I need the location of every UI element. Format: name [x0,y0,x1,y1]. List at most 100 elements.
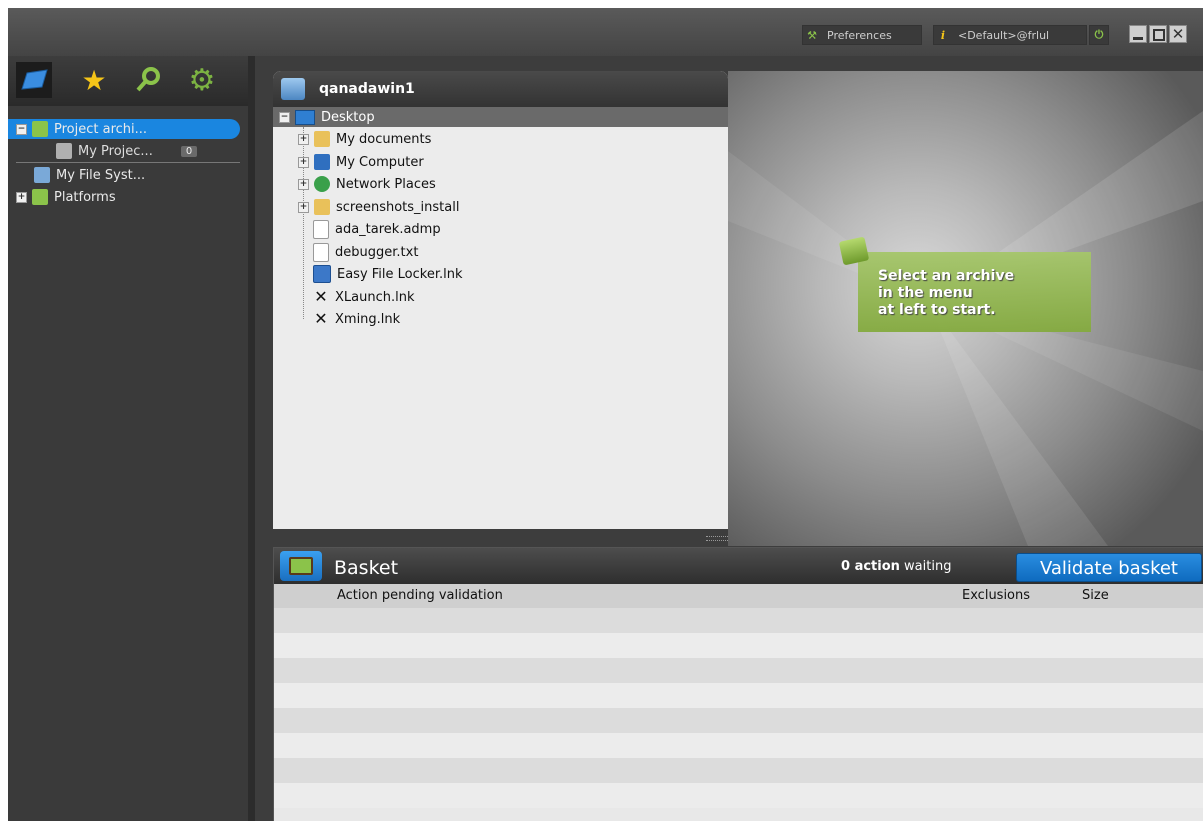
network-icon [314,176,330,192]
validate-basket-button[interactable]: Validate basket [1016,553,1202,582]
expand-icon: + [16,191,27,203]
host-computer-icon [281,78,305,100]
sidebar-divider [16,162,240,163]
tree-node-label: Xming.lnk [335,311,401,327]
sidebar-item-platforms[interactable]: + Platforms [16,187,116,207]
filesystem-icon [34,167,50,183]
table-row [274,658,1203,683]
minimize-icon [1133,37,1143,40]
explorer-header: qanadawin1 [273,71,728,107]
expand-icon: + [298,156,309,168]
power-button[interactable]: ⏻ [1089,25,1109,45]
tree-node[interactable]: + My documents [298,129,431,149]
collapse-icon: − [279,111,290,123]
app-window: ⚒ Preferences i <Default>@frlul ⏻ ✕ ★ ⚙ … [8,8,1203,821]
power-icon: ⏻ [1094,28,1104,41]
column-size[interactable]: Size [1082,588,1109,603]
tree-node[interactable]: Easy File Locker.lnk [313,264,463,284]
tree-node[interactable]: + screenshots_install [298,197,459,217]
close-icon: ✕ [1171,25,1185,43]
basket-title: Basket [334,557,399,579]
sidebar-tabs: ★ ⚙ [8,56,248,106]
tree-node-label: My documents [336,131,432,147]
table-row [274,758,1203,783]
tab-search[interactable] [130,62,166,98]
tree-node-label: screenshots_install [336,199,460,215]
file-explorer-panel: qanadawin1 − Desktop + My documents + My… [273,71,728,529]
file-icon [313,242,329,262]
shortcut-icon [313,265,331,283]
tree-node[interactable]: ✕ Xming.lnk [313,309,400,329]
tree-node-label: debugger.txt [335,244,419,260]
tree-node-label: Easy File Locker.lnk [337,266,463,282]
tree-node[interactable]: debugger.txt [313,242,418,262]
platform-icon [32,189,48,205]
basket-header: Basket 0 action waiting Validate basket [274,548,1203,584]
collapse-icon: − [16,123,27,135]
preferences-label: Preferences [827,28,892,42]
column-exclusions[interactable]: Exclusions [962,588,1030,603]
archive-icon [56,143,72,159]
count-badge: 0 [180,145,198,157]
tree-node[interactable]: + Network Places [298,174,436,194]
xlaunch-icon: ✕ [314,287,328,306]
sidebar-item-my-project[interactable]: My Projec... 0 [56,141,198,161]
expand-icon: + [298,201,309,213]
computer-icon [314,154,330,170]
tree-node-label: XLaunch.lnk [335,289,415,305]
tree-node-label: ada_tarek.admp [335,221,441,237]
basket-icon [280,551,322,581]
sidebar-item-label: My File Syst... [56,167,146,183]
sidebar-item-label: Platforms [54,189,116,205]
file-tree: − Desktop + My documents + My Computer +… [273,107,728,529]
basket-column-headers: Action pending validation Exclusions Siz… [274,584,1203,608]
tree-node-desktop[interactable]: − Desktop [279,107,375,127]
left-sidebar: ★ ⚙ − Project archi... My Projec... 0 My… [8,56,248,821]
basket-panel: Basket 0 action waiting Validate basket … [273,547,1203,821]
tab-archives[interactable] [16,62,52,98]
table-row [274,708,1203,733]
xming-icon: ✕ [314,309,328,328]
folder-icon [21,69,48,90]
tree-node[interactable]: + My Computer [298,152,424,172]
table-row [274,783,1203,808]
tab-settings[interactable]: ⚙ [184,62,220,98]
welcome-message: Select an archive in the menu at left to… [878,268,1015,318]
tree-node-label: Desktop [321,109,375,125]
sidebar-item-label: My Projec... [78,143,153,159]
basket-rows [274,608,1203,808]
explorer-title: qanadawin1 [319,81,415,97]
close-button[interactable]: ✕ [1169,25,1187,43]
folder-icon [314,199,330,215]
project-icon [32,121,48,137]
info-icon: i [940,28,946,42]
tree-node[interactable]: ✕ XLaunch.lnk [313,287,415,307]
table-row [274,633,1203,658]
welcome-panel: Select an archive in the menu at left to… [728,71,1203,546]
minimize-button[interactable] [1129,25,1147,43]
top-bar: ⚒ Preferences i <Default>@frlul ⏻ ✕ [8,8,1203,56]
tree-node[interactable]: ada_tarek.admp [313,219,441,239]
preferences-button[interactable]: ⚒ Preferences [802,25,922,45]
table-row [274,683,1203,708]
table-row [274,733,1203,758]
user-info-button[interactable]: i <Default>@frlul [933,25,1087,45]
table-row [274,608,1203,633]
sidebar-item-file-system[interactable]: My File Syst... [34,165,145,185]
expand-icon: + [298,133,309,145]
sidebar-item-label: Project archi... [54,121,148,137]
basket-count-bold: 0 action [841,559,900,574]
column-action[interactable]: Action pending validation [337,588,503,603]
sidebar-item-project-archives[interactable]: − Project archi... [16,119,147,139]
maximize-button[interactable] [1149,25,1167,43]
gear-icon: ⚙ [188,62,216,98]
tree-node-label: Network Places [336,176,436,192]
folder-icon [314,131,330,147]
tree-node-label: My Computer [336,154,424,170]
wrench-icon: ⚒ [807,28,817,42]
expand-icon: + [298,178,309,190]
maximize-icon [1153,29,1165,41]
tab-favorites[interactable]: ★ [76,62,112,98]
file-icon [313,219,329,239]
search-icon [136,67,160,92]
